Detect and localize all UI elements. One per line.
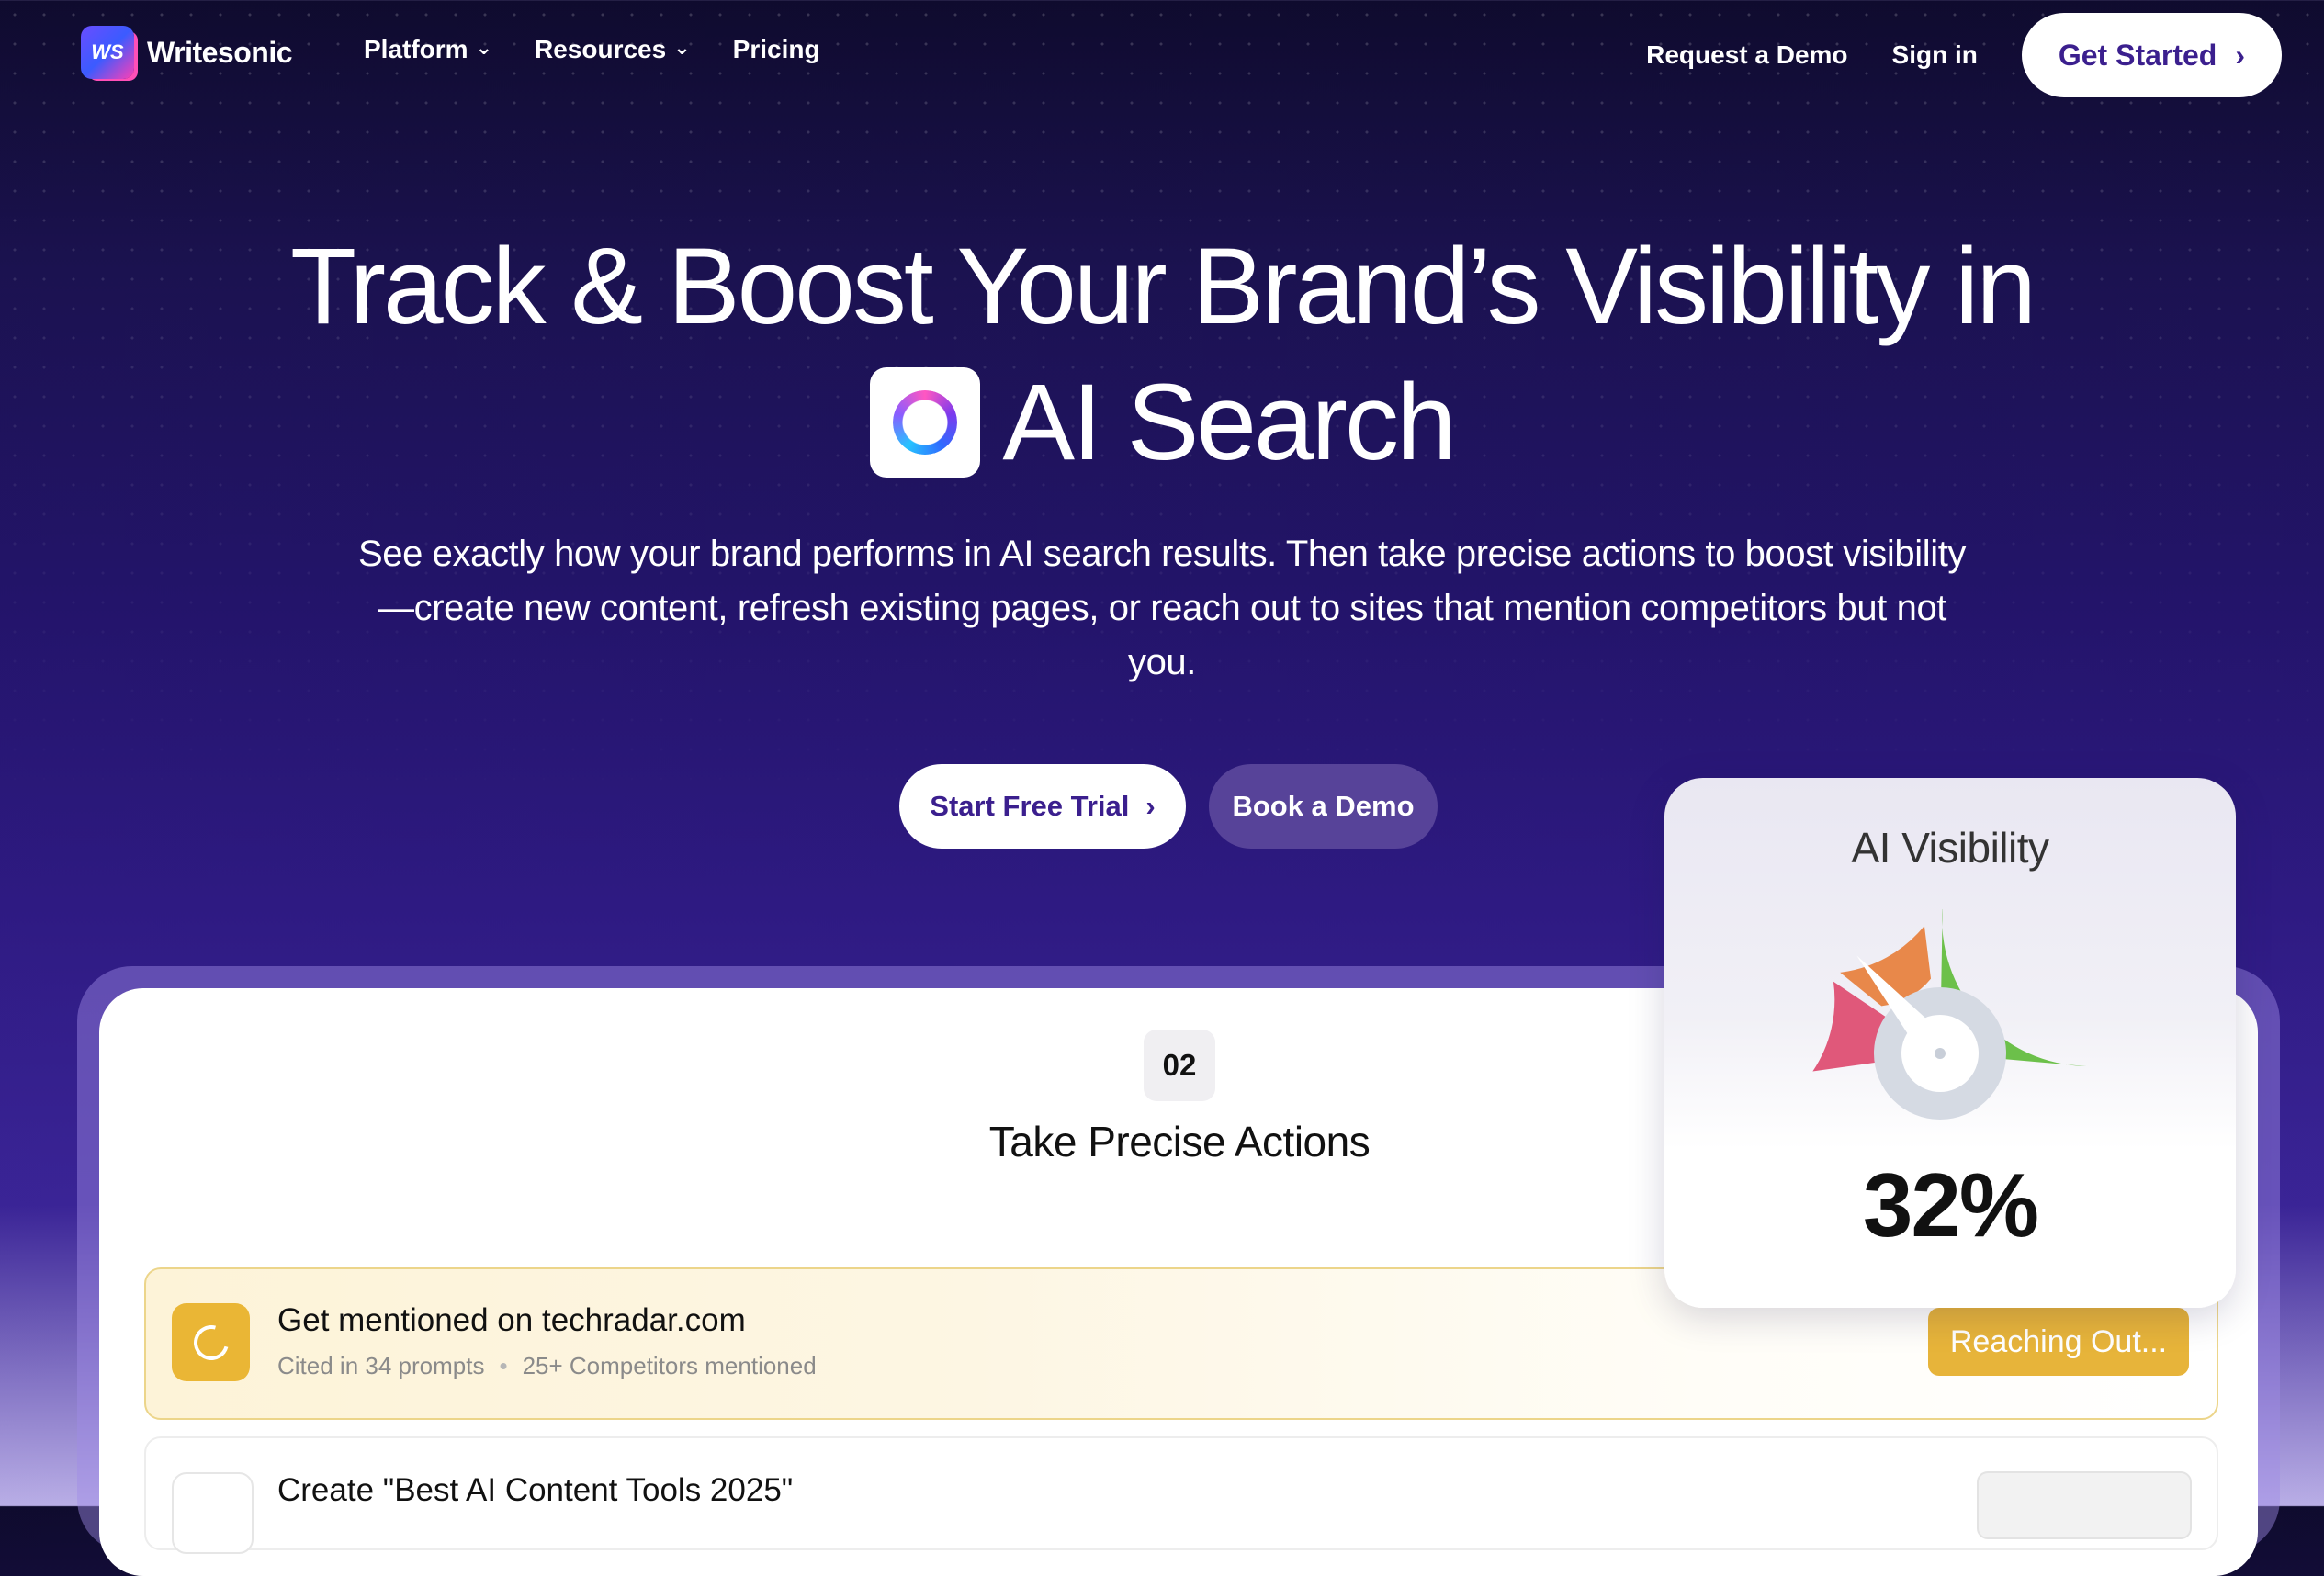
ai-visibility-title: AI Visibility xyxy=(1851,824,2049,872)
top-nav: WS Writesonic Platform ⌄ Resources ⌄ Pri… xyxy=(0,0,2324,110)
hero-subtitle: See exactly how your brand performs in A… xyxy=(357,534,1967,682)
book-demo-button[interactable]: Book a Demo xyxy=(1209,764,1438,849)
chevron-down-icon: ⌄ xyxy=(475,36,493,59)
nav-item-platform[interactable]: Platform ⌄ xyxy=(364,35,492,64)
nav-item-resources[interactable]: Resources ⌄ xyxy=(535,35,691,64)
action-item-icon xyxy=(172,1472,254,1554)
start-free-trial-label: Start Free Trial xyxy=(930,790,1130,822)
chevron-down-icon: ⌄ xyxy=(673,36,691,59)
hero-title: Track & Boost Your Brand’s Visibility in… xyxy=(0,219,2324,490)
sign-in-link[interactable]: Sign in xyxy=(1892,40,1978,70)
nav-item-label: Platform xyxy=(364,35,468,63)
nav-links: Platform ⌄ Resources ⌄ Pricing xyxy=(364,35,820,64)
action-item-meta: Cited in 34 prompts • 25+ Competitors me… xyxy=(277,1352,817,1380)
ai-visibility-value: 32% xyxy=(1862,1154,2039,1255)
get-started-button[interactable]: Get Started › xyxy=(2021,13,2282,97)
chevron-right-icon: › xyxy=(2235,38,2245,72)
meta-separator: • xyxy=(499,1352,508,1379)
ai-search-ring-icon xyxy=(870,367,981,478)
chevron-right-icon: › xyxy=(1145,790,1156,822)
competitor-count: 25+ Competitors mentioned xyxy=(522,1352,817,1379)
start-free-trial-button[interactable]: Start Free Trial › xyxy=(899,764,1186,849)
brand-logo[interactable]: WS Writesonic xyxy=(81,26,293,79)
writesonic-logo-icon: WS xyxy=(81,26,134,79)
hero-title-line2: AI Search xyxy=(1002,362,1456,483)
reaching-out-button[interactable]: Reaching Out... xyxy=(1928,1308,2189,1376)
hero-title-line2-wrap: AI Search xyxy=(0,355,2324,490)
citation-count: Cited in 34 prompts xyxy=(277,1352,485,1379)
nav-item-pricing[interactable]: Pricing xyxy=(733,35,820,64)
loading-spinner-icon xyxy=(172,1303,250,1381)
action-item-title: Get mentioned on techradar.com xyxy=(277,1302,746,1338)
nav-actions: Request a Demo Sign in Get Started › xyxy=(1646,13,2282,97)
step-number-badge: 02 xyxy=(1144,1030,1215,1101)
brand-name: Writesonic xyxy=(147,35,293,69)
get-started-label: Get Started xyxy=(2058,38,2217,72)
gauge-pivot xyxy=(1935,1048,1946,1059)
nav-item-label: Resources xyxy=(535,35,667,63)
request-demo-link[interactable]: Request a Demo xyxy=(1646,40,1847,70)
visibility-gauge xyxy=(1812,909,2087,1120)
hero-title-line1: Track & Boost Your Brand’s Visibility in xyxy=(290,226,2036,347)
action-item-button[interactable] xyxy=(1977,1471,2192,1539)
action-item-title: Create "Best AI Content Tools 2025" xyxy=(277,1472,794,1508)
nav-item-label: Pricing xyxy=(732,35,820,63)
